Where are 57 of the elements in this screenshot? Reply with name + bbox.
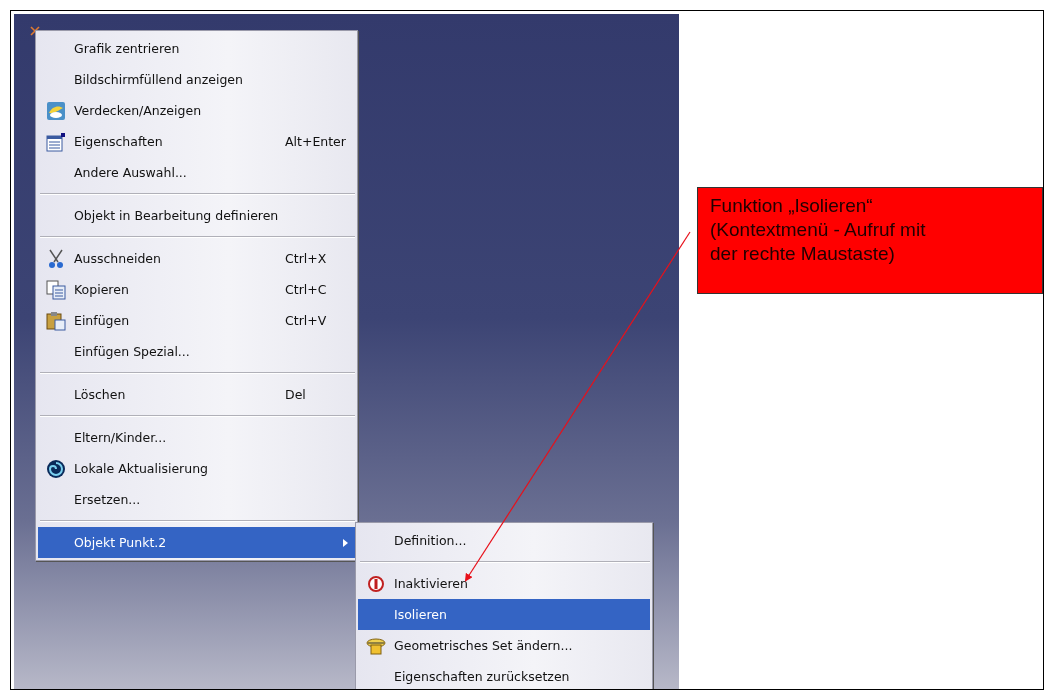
menu-item[interactable]: Löschen Del (38, 379, 355, 410)
shortcut-label: Ctrl+X (285, 251, 328, 266)
hide-show-icon (46, 100, 66, 121)
menu-item-label: Eltern/Kinder... (74, 430, 167, 445)
menu-item-label: Definition... (394, 533, 467, 548)
menu-item[interactable]: Eigenschaften zurücksetzen (358, 661, 650, 689)
paste-icon (46, 310, 66, 331)
menu-item-label: Eigenschaften zurücksetzen (394, 669, 570, 684)
menu-item[interactable]: Grafik zentrieren (38, 33, 355, 64)
menu-item-label: Eigenschaften (74, 134, 163, 149)
menu-item[interactable]: Bildschirmfüllend anzeigen (38, 64, 355, 95)
menu-item-label: Lokale Aktualisierung (74, 461, 209, 476)
menu-item[interactable]: Ausschneiden Ctrl+X (38, 243, 355, 274)
menu-item[interactable]: Einfügen Spezial... (38, 336, 355, 367)
menu-item[interactable]: Inaktivieren (358, 568, 650, 599)
menu-item[interactable]: Andere Auswahl... (38, 157, 355, 188)
menu-item-label: Ausschneiden (74, 251, 161, 266)
menu-item[interactable]: Objekt Punkt.2 (38, 527, 355, 558)
menu-item[interactable]: Kopieren Ctrl+C (38, 274, 355, 305)
shortcut-label: Del (285, 387, 307, 402)
menu-item-label: Einfügen Spezial... (74, 344, 190, 359)
callout-text: (Kontextmenü - Aufruf mit (710, 218, 927, 242)
menu-item[interactable]: Lokale Aktualisierung (38, 453, 355, 484)
properties-icon (46, 131, 66, 152)
menu-item-label: Objekt in Bearbeitung definieren (74, 208, 279, 223)
shortcut-label: Ctrl+V (285, 313, 328, 328)
submenu-arrow-icon (343, 538, 348, 547)
menu-item[interactable]: Eltern/Kinder... (38, 422, 355, 453)
menu-item-label: Bildschirmfüllend anzeigen (74, 72, 243, 87)
deactivate-icon (366, 573, 386, 594)
menu-item-label: Verdecken/Anzeigen (74, 103, 202, 118)
scissors-icon (46, 248, 66, 269)
menu-item-label: Geometrisches Set ändern... (394, 638, 573, 653)
menu-item[interactable]: Definition... (358, 525, 650, 556)
menu-item-label: Inaktivieren (394, 576, 468, 591)
menu-item[interactable]: Isolieren (358, 599, 650, 630)
menu-item-label: Ersetzen... (74, 492, 141, 507)
menu-item-label: Löschen (74, 387, 126, 402)
menu-item-label: Objekt Punkt.2 (74, 535, 167, 550)
menu-item-label: Kopieren (74, 282, 129, 297)
menu-item[interactable]: Objekt in Bearbeitung definieren (38, 200, 355, 231)
menu-item-label: Grafik zentrieren (74, 41, 180, 56)
swirl-icon (46, 458, 66, 479)
callout-text: der rechte Maustaste) (710, 242, 896, 266)
menu-item-label: Andere Auswahl... (74, 165, 187, 180)
copy-icon (46, 279, 66, 300)
menu-item[interactable]: Einfügen Ctrl+V (38, 305, 355, 336)
menu-item[interactable]: Verdecken/Anzeigen (38, 95, 355, 126)
menu-item-label: Einfügen (74, 313, 130, 328)
shortcut-label: Ctrl+C (285, 282, 328, 297)
menu-item[interactable]: Ersetzen... (38, 484, 355, 515)
menu-item-label: Isolieren (394, 607, 447, 622)
menu-item[interactable]: Eigenschaften Alt+Enter (38, 126, 355, 157)
callout-text: Funktion „Isolieren“ (710, 194, 874, 218)
change-set-icon (366, 635, 386, 656)
shortcut-label: Alt+Enter (285, 134, 347, 149)
menu-item[interactable]: Geometrisches Set ändern... (358, 630, 650, 661)
